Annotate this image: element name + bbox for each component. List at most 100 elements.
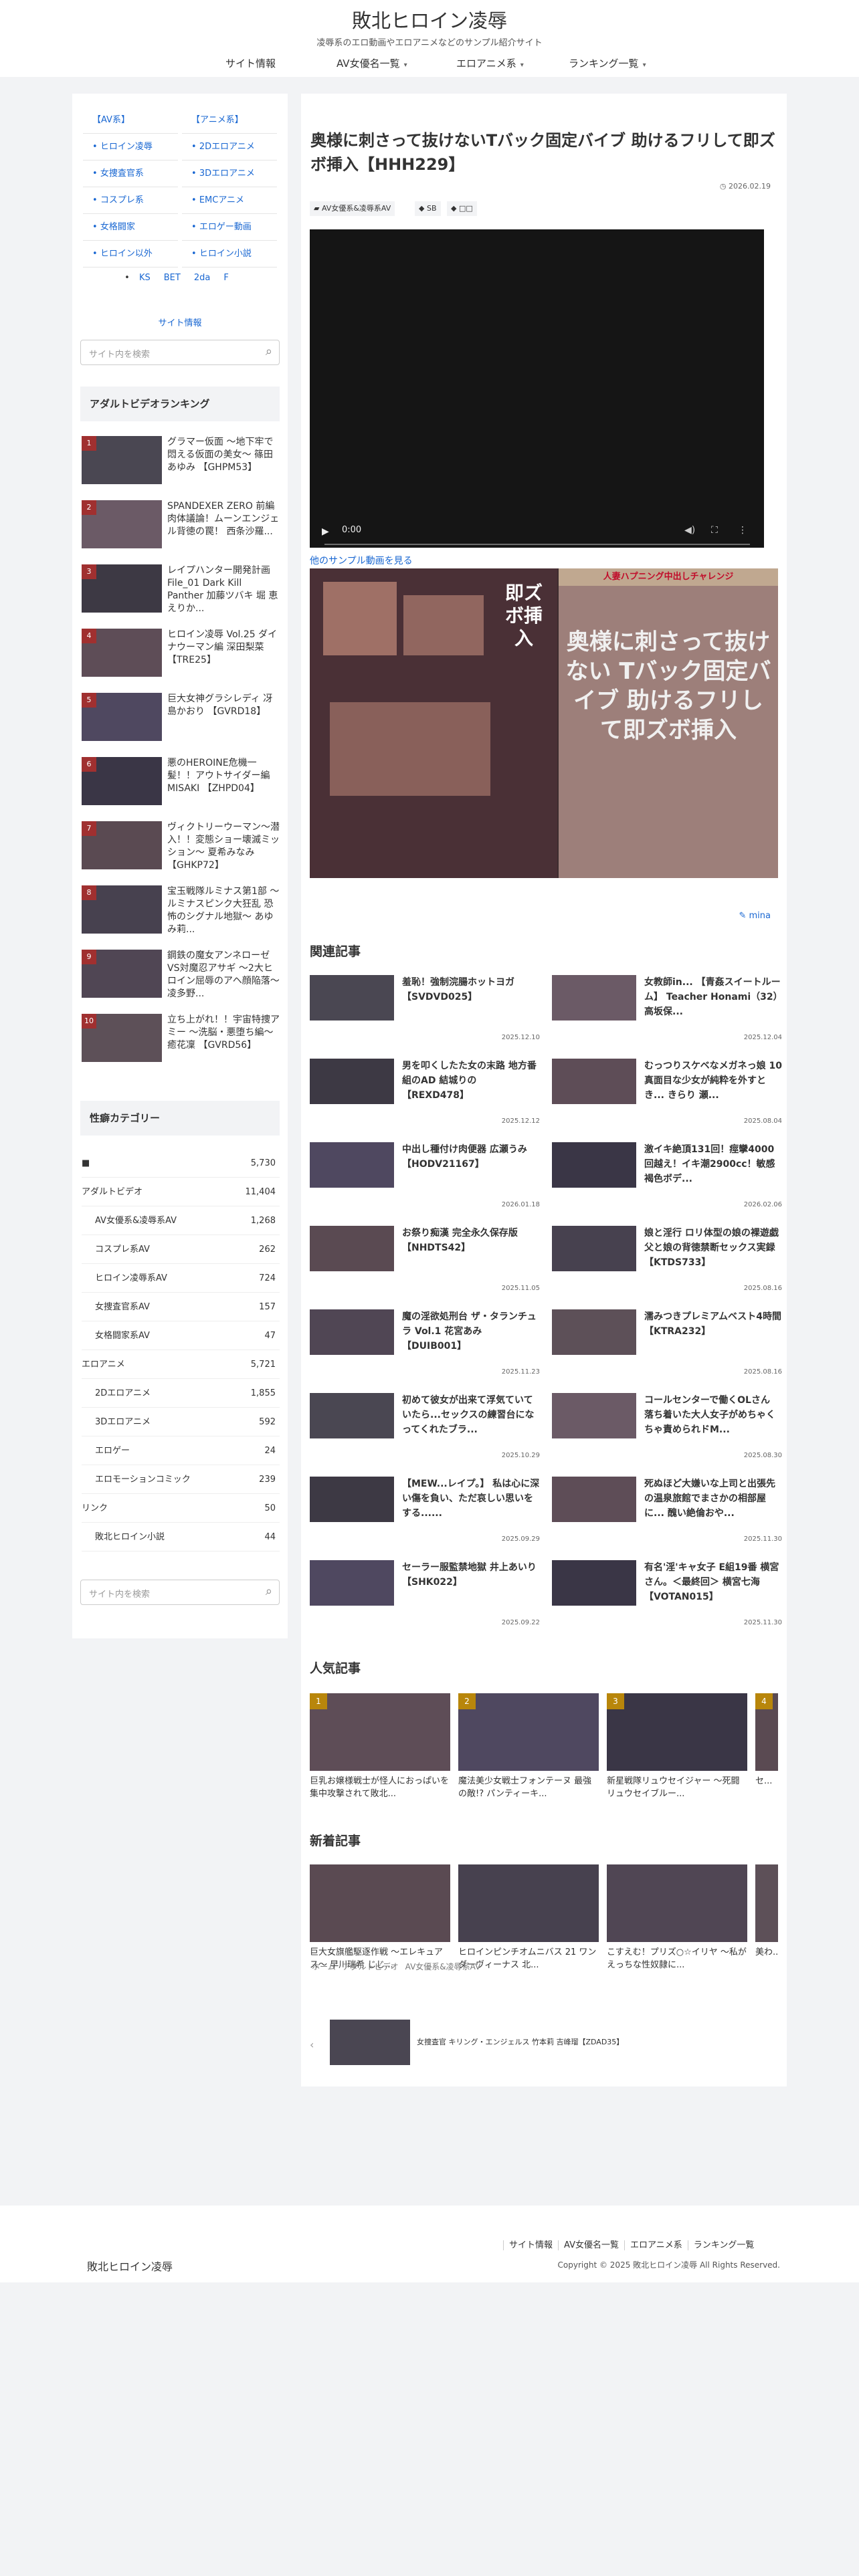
taxonomy-row[interactable]: リンク 50 <box>82 1494 280 1523</box>
related-title[interactable]: 死ぬほど大嫌いな上司と出張先の温泉旅館でまさかの相部屋に... 醜い絶倫おや..… <box>644 1477 782 1521</box>
related-thumb[interactable] <box>310 1560 394 1606</box>
footer-link[interactable]: ランキング一覧 <box>687 2240 760 2250</box>
ranking-item[interactable]: 3 レイプハンター開発計画 File_01 Dark Kill Panther 加… <box>82 564 280 623</box>
small-link[interactable]: KS <box>139 273 151 283</box>
ranking-title[interactable]: 宝玉戦隊ルミナス第1部 ～ルミナスピンク大狂乱 恐怖のシグナル地獄～ あゆみ莉.… <box>167 885 280 936</box>
taxonomy-row[interactable]: エロゲー 24 <box>82 1436 280 1465</box>
taxonomy-row[interactable]: エロアニメ 5,721 <box>82 1350 280 1379</box>
cat-link[interactable]: • ヒロイン以外 <box>83 241 178 267</box>
video-player[interactable]: ▶ 0:00 ◀) ⛶ ⋮ <box>310 229 764 548</box>
cat-link[interactable]: • EMCアニメ <box>182 187 277 214</box>
taxonomy-row[interactable]: 女格闘家系AV 47 <box>82 1321 280 1350</box>
new-thumb[interactable] <box>607 1864 747 1942</box>
taxonomy-row[interactable]: ■ 5,730 <box>82 1149 280 1178</box>
ranking-title[interactable]: グラマー仮面 ～地下牢で悶える仮面の美女～ 篠田あゆみ 【GHPM53】 <box>167 436 280 474</box>
ranking-item[interactable]: 4 ヒロイン凌辱 Vol.25 ダイナウーマン編 深田梨菜 【TRE25】 <box>82 629 280 687</box>
ranking-thumb[interactable]: 9 <box>82 950 162 998</box>
related-thumb[interactable] <box>552 1560 636 1606</box>
popular-thumb[interactable]: 1 <box>310 1693 450 1771</box>
related-title[interactable]: 娘と淫行 ロリ体型の娘の裸遊戯 父と娘の背徳禁断セックス実録 【KTDS733】 <box>644 1226 782 1270</box>
nav-item-actress-list[interactable]: AV女優名一覧 ▾ <box>337 56 407 70</box>
ranking-title[interactable]: 立ち上がれ！！宇宙特捜アミー ～洗脳・悪堕ち編～ 癒花凜 【GVRD56】 <box>167 1014 280 1052</box>
related-title[interactable]: 中出し種付け肉便器 広瀬うみ 【HODV21167】 <box>402 1142 540 1172</box>
taxonomy-row[interactable]: コスプレ系AV 262 <box>82 1235 280 1264</box>
related-item[interactable]: セーラー服監禁地獄 井上あいり 【SHK022】 2025.09.22 <box>310 1560 544 1640</box>
related-thumb[interactable] <box>310 1142 394 1188</box>
related-thumb[interactable] <box>552 1393 636 1438</box>
tag-category[interactable]: ▰ AV女優系&凌辱系AV <box>310 201 395 216</box>
ranking-thumb[interactable]: 10 <box>82 1014 162 1062</box>
related-item[interactable]: 中出し種付け肉便器 広瀬うみ 【HODV21167】 2026.01.18 <box>310 1142 544 1222</box>
related-title[interactable]: 女教師in... 【青姦スイートルーム】 Teacher Honami（32）高… <box>644 975 782 1019</box>
related-title[interactable]: 初めて彼女が出来て浮気ていていたら...セックスの練習台になってくれたブラ... <box>402 1393 540 1437</box>
new-item[interactable]: 美わ... <box>755 1864 778 1971</box>
related-title[interactable]: コールセンターで働くOLさん 落ち着いた大人女子がめちゃくちゃ責められドM... <box>644 1393 782 1437</box>
related-item[interactable]: むっつりスケベなメガネっ娘 10 真面目な少女が純粋を外すとき... きらり 瀬… <box>552 1059 786 1139</box>
related-thumb[interactable] <box>552 1477 636 1522</box>
popular-item[interactable]: 2 魔法美少女戦士フォンテーヌ 最強の敵!? パンティーキ... <box>458 1693 599 1800</box>
cat-link[interactable]: • 2Dエロアニメ <box>182 134 277 160</box>
cat-link[interactable]: • 女格闘家 <box>83 214 178 241</box>
taxonomy-row[interactable]: エロモーションコミック 239 <box>82 1465 280 1494</box>
taxonomy-row[interactable]: 2Dエロアニメ 1,855 <box>82 1379 280 1408</box>
ranking-item[interactable]: 1 グラマー仮面 ～地下牢で悶える仮面の美女～ 篠田あゆみ 【GHPM53】 <box>82 436 280 495</box>
new-thumb[interactable] <box>755 1864 778 1942</box>
chevron-left-icon[interactable]: ‹ <box>310 2038 314 2051</box>
popular-thumb[interactable]: 4 <box>755 1693 778 1771</box>
related-item[interactable]: 有名'淫'キャ女子 E組19番 横宮さん。＜最終回＞ 横宮七海 【VOTAN01… <box>552 1560 786 1640</box>
related-thumb[interactable] <box>310 1477 394 1522</box>
popular-thumb[interactable]: 2 <box>458 1693 599 1771</box>
tag-item[interactable]: ◆ □□ <box>447 201 477 216</box>
breadcrumb-item[interactable]: アダルトビデオ <box>343 1962 399 1971</box>
related-title[interactable]: 魔の淫欲処刑台 ザ・タランチュラ Vol.1 花宮あみ 【DUIB001】 <box>402 1309 540 1354</box>
related-thumb[interactable] <box>310 1309 394 1355</box>
popular-item[interactable]: 4 セ... <box>755 1693 778 1800</box>
popular-title[interactable]: セ... <box>755 1775 778 1788</box>
more-options-icon[interactable]: ⋮ <box>738 525 747 536</box>
ranking-item[interactable]: 9 鋼鉄の魔女アンネローゼVS対魔忍アサギ ～2大ヒロイン屈辱のアヘ顔陥落～ 凌多… <box>82 950 280 1008</box>
related-title[interactable]: むっつりスケベなメガネっ娘 10 真面目な少女が純粋を外すとき... きらり 瀬… <box>644 1059 782 1103</box>
related-item[interactable]: お祭り痴漢 完全永久保存版 【NHDTS42】 2025.11.05 <box>310 1226 544 1306</box>
taxonomy-row[interactable]: 3Dエロアニメ 592 <box>82 1408 280 1436</box>
prev-post-thumb[interactable] <box>330 2020 410 2065</box>
related-item[interactable]: 魔の淫欲処刑台 ザ・タランチュラ Vol.1 花宮あみ 【DUIB001】 202… <box>310 1309 544 1390</box>
ranking-thumb[interactable]: 1 <box>82 436 162 484</box>
author-link[interactable]: ✎ mina <box>739 911 771 921</box>
related-title[interactable]: 【MEW...レイプ。】 私は心に深い傷を負い、ただ哀しい思いをする...... <box>402 1477 540 1521</box>
ranking-item[interactable]: 7 ヴィクトリーウーマン～潜入！！変態ショー壊滅ミッション～ 夏希みなみ 【GHK… <box>82 821 280 880</box>
new-item[interactable]: 巨大女旗艦駆逐作戦 ～エレキュアス～ 早川瑞希 じじ... <box>310 1864 450 1971</box>
cat-link[interactable]: • 女捜査官系 <box>83 160 178 187</box>
new-item[interactable]: ヒロインピンチオムニバス 21 ワンダーヴィーナス 北... <box>458 1864 599 1971</box>
taxonomy-row[interactable]: AV女優系&凌辱系AV 1,268 <box>82 1206 280 1235</box>
popular-item[interactable]: 1 巨乳お嬢様戦士が怪人におっぱいを集中攻撃されて敗北... <box>310 1693 450 1800</box>
related-title[interactable]: セーラー服監禁地獄 井上あいり 【SHK022】 <box>402 1560 540 1590</box>
taxonomy-row[interactable]: 女捜査官系AV 157 <box>82 1293 280 1321</box>
related-item[interactable]: 女教師in... 【青姦スイートルーム】 Teacher Honami（32）高… <box>552 975 786 1055</box>
related-thumb[interactable] <box>310 975 394 1021</box>
footer-link[interactable]: サイト情報 <box>503 2240 559 2250</box>
related-thumb[interactable] <box>310 1059 394 1104</box>
ranking-item[interactable]: 2 SPANDEXER ZERO 前編 肉体議論！ムーンエンジェル背徳の罠！ 西条… <box>82 500 280 559</box>
search-box-bottom[interactable]: サイト内を検索 ⌕ <box>80 1580 280 1605</box>
cat-head-anime[interactable]: 【アニメ系】 <box>182 107 277 134</box>
volume-icon[interactable]: ◀) <box>684 525 695 536</box>
related-item[interactable]: 濡みつきプレミアムベスト4時間 【KTRA232】 2025.08.16 <box>552 1309 786 1390</box>
ranking-title[interactable]: ヒロイン凌辱 Vol.25 ダイナウーマン編 深田梨菜 【TRE25】 <box>167 629 280 667</box>
related-thumb[interactable] <box>552 1309 636 1355</box>
related-thumb[interactable] <box>552 1226 636 1271</box>
new-title[interactable]: 美わ... <box>755 1946 778 1959</box>
related-thumb[interactable] <box>310 1226 394 1271</box>
new-thumb[interactable] <box>458 1864 599 1942</box>
new-thumb[interactable] <box>310 1864 450 1942</box>
footer-link[interactable]: AV女優名一覧 <box>558 2240 624 2250</box>
related-title[interactable]: 羞恥！強制浣腸ホットヨガ 【SVDVD025】 <box>402 975 540 1004</box>
related-title[interactable]: 激イキ絶頂131回！痙攣4000回越え！イキ潮2900cc！敏感褐色ボデ... <box>644 1142 782 1186</box>
related-title[interactable]: 濡みつきプレミアムベスト4時間 【KTRA232】 <box>644 1309 782 1339</box>
nav-item-anime[interactable]: エロアニメ系 ▾ <box>456 56 524 70</box>
ranking-thumb[interactable]: 2 <box>82 500 162 548</box>
search-box[interactable]: サイト内を検索 ⌕ <box>80 340 280 365</box>
prev-post-title[interactable]: 女捜査官 キリング・エンジェルス 竹本莉 吉峰瑠【ZDAD35】 <box>417 2037 751 2048</box>
related-title[interactable]: 男を叩くしたた女の末路 地方番組のAD 結城りの 【REXD478】 <box>402 1059 540 1103</box>
popular-title[interactable]: 巨乳お嬢様戦士が怪人におっぱいを集中攻撃されて敗北... <box>310 1775 450 1800</box>
new-item[interactable]: こすえむ！プリズ○☆イリヤ ～私がえっちな性奴隷に... <box>607 1864 747 1971</box>
